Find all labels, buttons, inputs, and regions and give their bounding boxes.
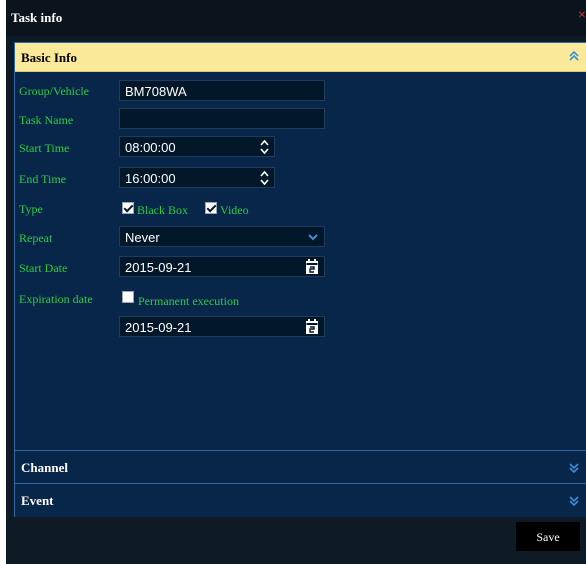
calendar-icon[interactable] [306,259,318,274]
double-chevron-down-icon[interactable] [568,461,580,475]
start-time-label: Start Time [19,141,70,155]
title-bar: Task info × [6,0,586,36]
end-time-value: 16:00:00 [125,171,176,186]
section-title-channel: Channel [21,460,68,475]
start-time-field[interactable]: 08:00:00 [119,136,275,157]
group-vehicle-label: Group/Vehicle [19,84,89,98]
dialog-title: Task info [11,10,63,25]
section-header-basic-info[interactable]: Basic Info [15,43,586,72]
start-date-value: 2015-09-21 [125,260,192,275]
group-vehicle-value: BM708WA [125,84,187,99]
black-box-checkbox[interactable] [122,202,134,214]
start-date-label: Start Date [19,261,68,275]
permanent-execution-checkbox[interactable] [122,291,134,303]
expiration-date-field[interactable]: 2015-09-21 [119,316,325,337]
end-time-label: End Time [19,172,67,186]
repeat-label: Repeat [19,231,53,245]
video-label: Video [220,203,249,217]
spinner-icon[interactable] [260,139,269,155]
task-name-input[interactable] [119,108,325,129]
section-header-event[interactable]: Event [15,483,586,516]
start-time-value: 08:00:00 [125,140,176,155]
video-checkbox[interactable] [205,202,217,214]
spinner-icon[interactable] [260,170,269,186]
expiration-date-value: 2015-09-21 [125,320,192,335]
group-vehicle-field[interactable]: BM708WA [119,80,325,101]
section-title-basic-info: Basic Info [21,50,77,65]
section-title-event: Event [21,493,54,508]
repeat-select[interactable]: Never [119,226,325,247]
dialog-footer [6,517,586,564]
end-time-field[interactable]: 16:00:00 [119,167,275,188]
start-date-field[interactable]: 2015-09-21 [119,256,325,277]
expiration-date-label: Expiration date [19,292,93,306]
section-header-channel[interactable]: Channel [15,450,586,483]
chevron-down-icon[interactable] [308,233,318,241]
save-button[interactable]: Save [516,522,580,551]
task-info-dialog: Task info × Basic Info Group/Vehicle BM7… [6,0,586,564]
repeat-value: Never [125,230,160,245]
type-label: Type [19,202,43,216]
double-chevron-down-icon[interactable] [568,494,580,508]
task-name-label: Task Name [19,113,74,127]
permanent-execution-label: Permanent execution [138,294,239,308]
task-panel: Basic Info Group/Vehicle BM708WA Task Na… [14,42,586,518]
black-box-label: Black Box [137,203,188,217]
double-chevron-up-icon[interactable] [568,49,580,63]
close-icon[interactable]: × [578,9,586,23]
calendar-icon[interactable] [306,319,318,334]
